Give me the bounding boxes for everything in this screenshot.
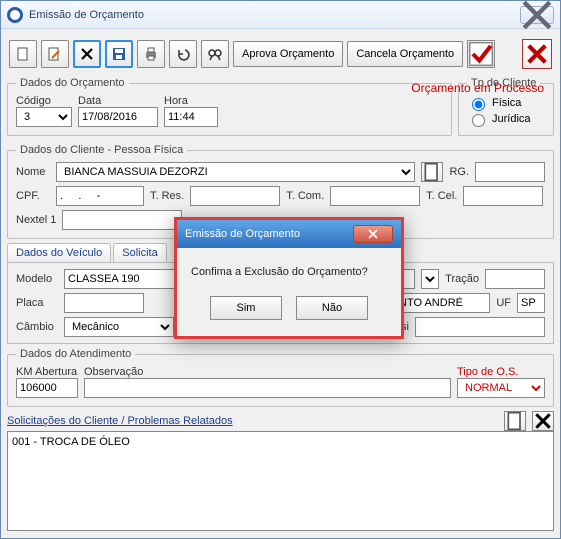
titlebar: Emissão de Orçamento (1, 1, 560, 29)
nextel-label: Nextel 1 (16, 214, 56, 226)
delete-button[interactable] (73, 40, 101, 68)
close-form-button[interactable] (522, 39, 552, 69)
approve-button[interactable]: Aprova Orçamento (233, 41, 343, 67)
status-text: Orçamento em Processo (411, 81, 544, 95)
toolbar: Aprova Orçamento Cancela Orçamento (7, 35, 554, 73)
tab-solicit[interactable]: Solicita (113, 243, 166, 262)
uf-label: UF (496, 297, 511, 309)
juridica-radio[interactable] (472, 114, 485, 127)
hora-label: Hora (164, 95, 188, 107)
tres-label: T. Res. (150, 190, 184, 202)
undo-button[interactable] (169, 40, 197, 68)
sol-add-button[interactable] (504, 411, 526, 431)
data-input[interactable] (78, 107, 158, 127)
dialog-yes-button[interactable]: Sim (210, 296, 282, 320)
confirm-dialog: Emissão de Orçamento Confima a Exclusão … (174, 217, 404, 339)
nome-lookup-button[interactable] (421, 162, 443, 182)
tres-input[interactable] (190, 186, 280, 206)
window-title: Emissão de Orçamento (29, 9, 520, 21)
main-window: Emissão de Orçamento Aprova Orçamento Ca… (0, 0, 561, 539)
edit-button[interactable] (41, 40, 69, 68)
dialog-no-button[interactable]: Não (296, 296, 368, 320)
search-button[interactable] (201, 40, 229, 68)
hora-input[interactable] (164, 107, 218, 127)
obs-input[interactable] (84, 378, 451, 398)
dialog-close-button[interactable] (353, 225, 393, 243)
rg-input[interactable] (475, 162, 545, 182)
tipo-os-label: Tipo de O.S. (457, 366, 518, 378)
data-label: Data (78, 95, 101, 107)
print-button[interactable] (137, 40, 165, 68)
codigo-select[interactable]: 3 (16, 107, 72, 127)
tipo-os-select[interactable]: NORMAL (457, 378, 545, 398)
atendimento-legend: Dados do Atendimento (16, 348, 135, 360)
tab-veiculo[interactable]: Dados do Veículo (7, 243, 111, 262)
cpf-input[interactable] (56, 186, 144, 206)
solicitacoes-area[interactable]: 001 - TROCA DE ÓLEO (7, 431, 554, 531)
cancel-budget-button[interactable]: Cancela Orçamento (347, 41, 463, 67)
solicitacoes-label: Solicitações do Cliente / Problemas Rela… (7, 415, 233, 427)
cambio-label: Câmbio (16, 321, 58, 333)
solicitacao-item: 001 - TROCA DE ÓLEO (12, 436, 549, 448)
dialog-title: Emissão de Orçamento (185, 228, 300, 240)
tracao-input[interactable] (485, 269, 545, 289)
juridica-label: Jurídica (492, 113, 531, 125)
chassi-input[interactable] (415, 317, 545, 337)
save-button[interactable] (105, 40, 133, 68)
check-button[interactable] (467, 40, 495, 68)
dados-orcamento-group: Dados do Orçamento Código 3 Data Hora (7, 77, 452, 136)
km-label: KM Abertura (16, 366, 77, 378)
fisica-radio[interactable] (472, 98, 485, 111)
tracao-label: Tração (445, 273, 479, 285)
rg-label: RG. (449, 166, 469, 178)
modelo-label: Modelo (16, 273, 58, 285)
modelo-drop[interactable] (421, 269, 439, 289)
nome-label: Nome (16, 166, 50, 178)
tcom-label: T. Com. (286, 190, 324, 202)
cambio-select[interactable]: Mecânico (64, 317, 174, 337)
window-close-button[interactable] (520, 6, 554, 24)
tcom-input[interactable] (330, 186, 420, 206)
dados-cliente-legend: Dados do Cliente - Pessoa Física (16, 144, 187, 156)
cpf-label: CPF. (16, 190, 50, 202)
sol-remove-button[interactable] (532, 411, 554, 431)
uf-input[interactable] (517, 293, 545, 313)
dados-orcamento-legend: Dados do Orçamento (16, 77, 129, 89)
atendimento-group: Dados do Atendimento KM Abertura Observa… (7, 348, 554, 407)
tcel-input[interactable] (463, 186, 543, 206)
km-input[interactable] (16, 378, 78, 398)
placa-input[interactable] (64, 293, 144, 313)
tcel-label: T. Cel. (426, 190, 457, 202)
dialog-message: Confima a Exclusão do Orçamento? (177, 248, 401, 286)
fisica-label: Física (492, 97, 521, 109)
dialog-titlebar: Emissão de Orçamento (177, 220, 401, 248)
app-icon (7, 7, 23, 23)
placa-label: Placa (16, 297, 58, 309)
new-button[interactable] (9, 40, 37, 68)
nome-select[interactable]: BIANCA MASSUIA DEZORZI (56, 162, 415, 182)
obs-label: Observação (84, 366, 143, 378)
nextel-input[interactable] (62, 210, 182, 230)
codigo-label: Código (16, 95, 51, 107)
